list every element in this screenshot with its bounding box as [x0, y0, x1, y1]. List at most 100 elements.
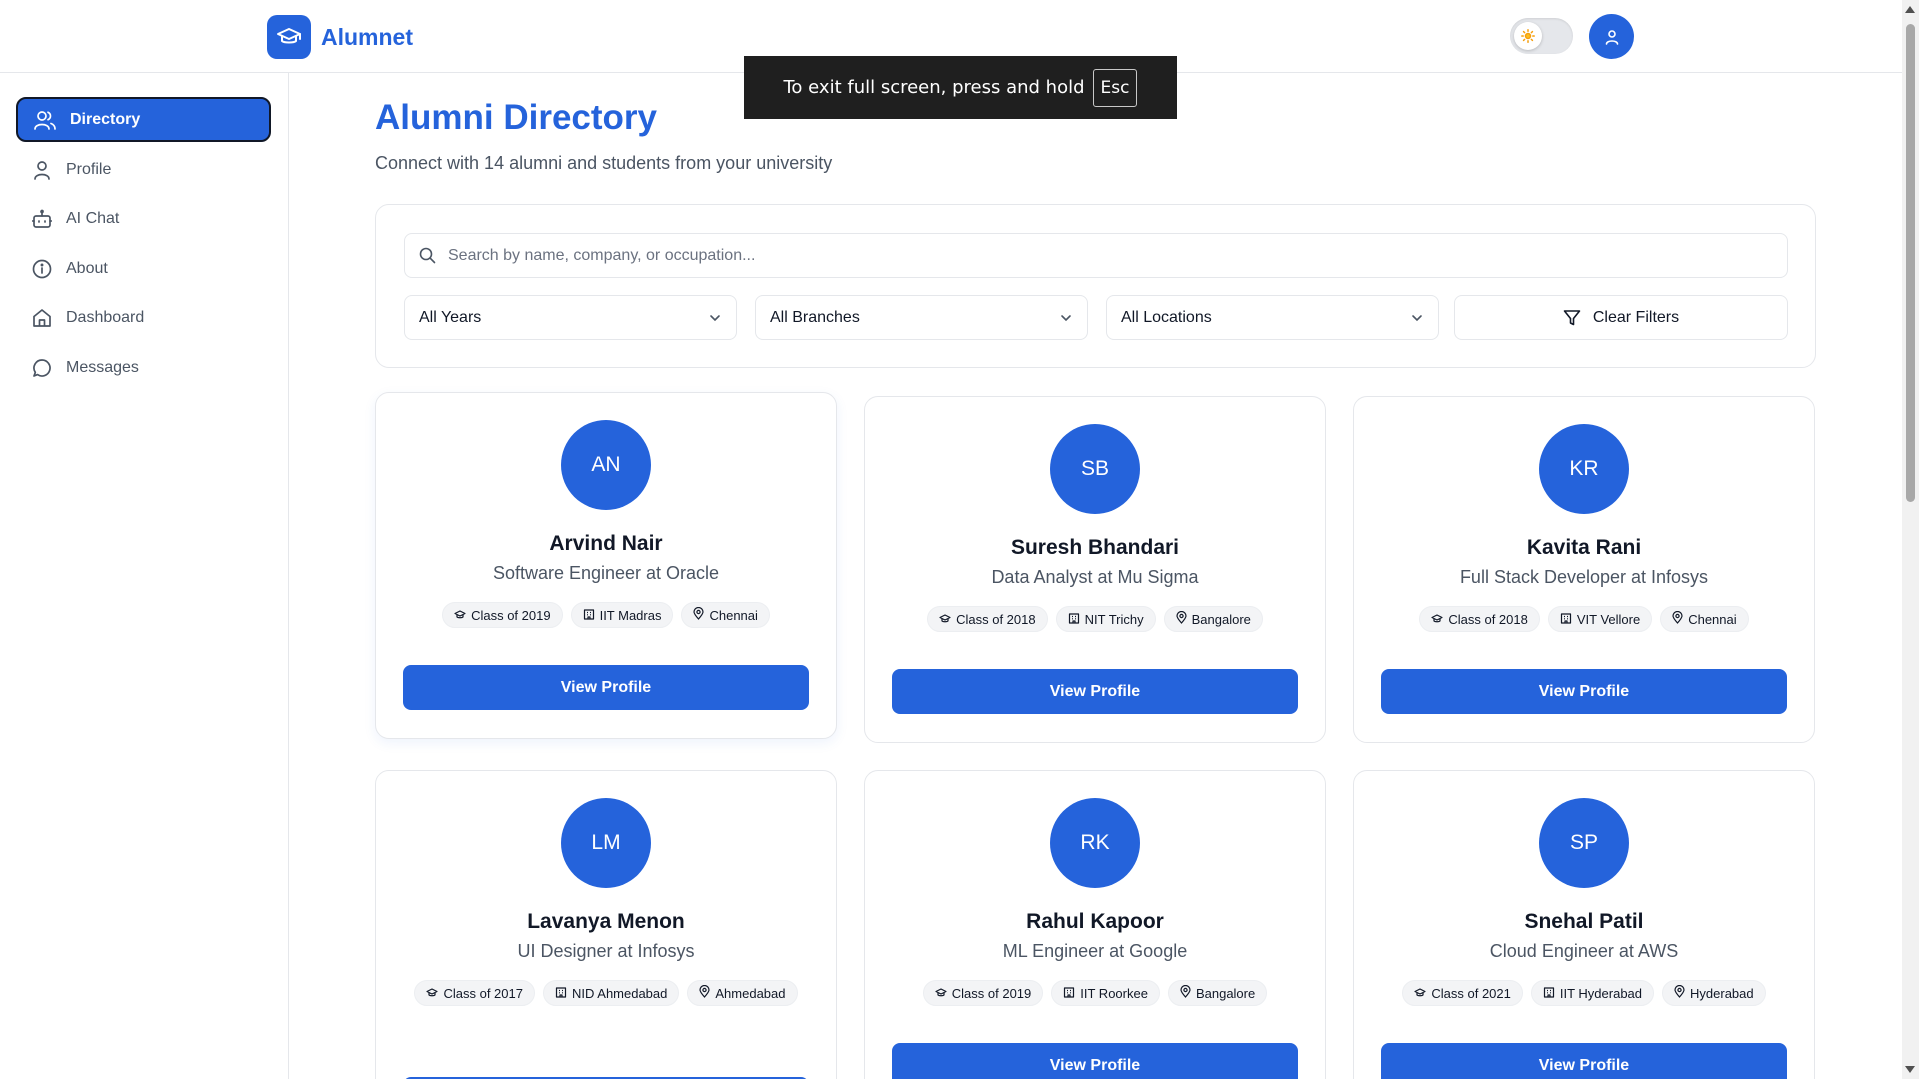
class-year-tag: Class of 2021 — [1402, 980, 1523, 1006]
filter-icon — [1563, 309, 1581, 325]
chevron-down-icon — [1412, 314, 1422, 321]
search-box[interactable] — [404, 233, 1788, 278]
school-tag: IIT Hyderabad — [1530, 980, 1655, 1006]
alumni-card: RK Rahul Kapoor ML Engineer at Google Class… — [864, 770, 1326, 1079]
search-icon — [419, 247, 436, 264]
sidebar-item-label: Messages — [66, 358, 139, 376]
sidebar-item-label: About — [66, 259, 108, 277]
user-icon — [1605, 29, 1618, 45]
filter-panel: All Years All Branches All Locations Cle… — [375, 204, 1816, 368]
tag-label: Class of 2021 — [1431, 985, 1511, 1001]
view-profile-button[interactable]: View Profile — [1381, 669, 1787, 714]
tag-label: Ahmedabad — [715, 985, 786, 1001]
alumni-role: Software Engineer at Oracle — [492, 563, 720, 583]
year-select-value: All Years — [419, 308, 482, 326]
graduation-cap-icon — [939, 612, 951, 627]
tag-list: Class of 2021 IIT Hyderabad Hyderabad — [1374, 980, 1794, 1006]
map-pin-icon — [1180, 984, 1191, 1001]
tag-label: Hyderabad — [1690, 985, 1754, 1001]
view-profile-button[interactable]: View Profile — [1381, 1043, 1787, 1079]
alumni-card: KR Kavita Rani Full Stack Developer at Inf… — [1353, 396, 1815, 743]
tag-label: Bangalore — [1195, 985, 1256, 1001]
sidebar-item-about[interactable]: About — [16, 246, 271, 291]
location-tag: Bangalore — [1163, 606, 1263, 632]
home-icon — [33, 308, 51, 327]
sidebar-item-ai-chat[interactable]: AI Chat — [16, 196, 271, 241]
scroll-thumb[interactable] — [1906, 24, 1915, 502]
alumni-role: Cloud Engineer at AWS — [1489, 941, 1679, 961]
user-avatar-button[interactable] — [1589, 14, 1634, 59]
branch-select[interactable]: All Branches — [755, 295, 1088, 340]
avatar: AN — [561, 420, 651, 510]
class-year-tag: Class of 2018 — [1419, 606, 1540, 632]
view-profile-button[interactable]: View Profile — [892, 1043, 1298, 1079]
school-tag: IIT Madras — [570, 602, 674, 628]
graduation-cap-icon — [454, 608, 466, 623]
graduation-cap-icon — [267, 15, 311, 59]
building-icon — [1543, 986, 1555, 1001]
app-logo[interactable]: Alumnet — [267, 15, 413, 59]
fullscreen-exit-toast: To exit full screen, press and hold Esc — [744, 56, 1177, 119]
scroll-up-arrow[interactable] — [1905, 6, 1915, 13]
info-icon — [32, 259, 52, 278]
class-year-tag: Class of 2018 — [927, 606, 1048, 632]
view-profile-button[interactable]: View Profile — [892, 669, 1298, 714]
sidebar-item-label: AI Chat — [66, 209, 120, 227]
sidebar-item-label: Profile — [66, 160, 112, 178]
tag-label: IIT Madras — [599, 607, 662, 623]
building-icon — [1560, 612, 1572, 627]
alumni-card: LM Lavanya Menon UI Designer at Infosys Cla… — [375, 770, 837, 1079]
clear-filters-button[interactable]: Clear Filters — [1454, 295, 1788, 340]
view-profile-button[interactable]: View Profile — [403, 665, 809, 710]
app-name: Alumnet — [321, 23, 413, 50]
toast-text: To exit full screen, press and hold — [783, 77, 1085, 98]
avatar: RK — [1050, 798, 1140, 888]
year-select[interactable]: All Years — [404, 295, 737, 340]
tag-label: Class of 2019 — [951, 985, 1032, 1001]
tag-list: Class of 2017 NID Ahmedabad Ahmedabad — [396, 980, 816, 1006]
alumni-name: Snehal Patil — [1524, 910, 1644, 933]
sidebar-item-messages[interactable]: Messages — [16, 345, 271, 390]
theme-toggle[interactable] — [1510, 18, 1573, 54]
location-select[interactable]: All Locations — [1106, 295, 1439, 340]
scroll-down-arrow[interactable] — [1905, 1066, 1915, 1073]
class-year-tag: Class of 2019 — [442, 602, 563, 628]
sidebar-item-label: Dashboard — [66, 308, 145, 326]
alumni-role: UI Designer at Infosys — [517, 941, 695, 961]
tag-label: IIT Hyderabad — [1559, 985, 1643, 1001]
tag-label: Bangalore — [1191, 611, 1251, 627]
tag-label: IIT Roorkee — [1080, 985, 1148, 1001]
bot-icon — [32, 209, 52, 228]
graduation-cap-icon — [426, 986, 439, 1001]
class-year-tag: Class of 2019 — [922, 980, 1044, 1006]
alumni-name: Arvind Nair — [549, 532, 663, 555]
location-select-value: All Locations — [1121, 308, 1212, 326]
sidebar-item-profile[interactable]: Profile — [16, 147, 271, 192]
avatar: KR — [1539, 424, 1629, 514]
tag-label: NID Ahmedabad — [571, 985, 668, 1001]
chevron-down-icon — [710, 314, 720, 321]
class-year-tag: Class of 2017 — [414, 980, 535, 1006]
tag-list: Class of 2019 IIT Madras Chennai — [396, 602, 816, 628]
graduation-cap-icon — [935, 986, 947, 1001]
sidebar: Directory Profile AI Chat About Dashboar… — [0, 73, 289, 1079]
avatar: SP — [1539, 798, 1629, 888]
branch-select-value: All Branches — [770, 308, 860, 326]
map-pin-icon — [699, 984, 710, 1001]
map-pin-icon — [1672, 610, 1683, 627]
page-scrollbar[interactable] — [1902, 0, 1919, 1079]
tag-list: Class of 2018 NIT Trichy Bangalore — [885, 606, 1305, 632]
tag-label: Class of 2019 — [471, 607, 551, 623]
map-pin-icon — [693, 606, 705, 623]
sidebar-item-directory[interactable]: Directory — [16, 97, 271, 142]
alumni-name: Suresh Bhandari — [1010, 536, 1180, 559]
map-pin-icon — [1176, 610, 1187, 627]
users-icon — [34, 110, 56, 130]
graduation-cap-icon — [1414, 986, 1426, 1001]
tag-label: Class of 2017 — [443, 985, 523, 1001]
sidebar-item-dashboard[interactable]: Dashboard — [16, 295, 271, 340]
search-input[interactable] — [448, 246, 1748, 265]
avatar: LM — [561, 798, 651, 888]
sun-icon — [1514, 22, 1542, 50]
location-tag: Ahmedabad — [687, 980, 798, 1006]
